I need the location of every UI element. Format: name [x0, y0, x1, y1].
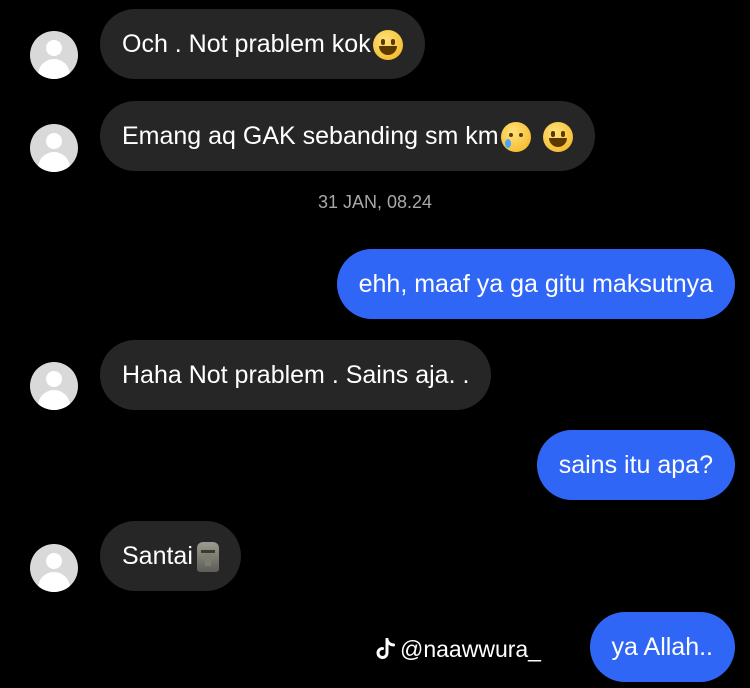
crying-face-emoji-icon: [500, 122, 531, 153]
grinning-face-emoji-icon: [542, 122, 573, 153]
message-bubble-outgoing[interactable]: ya Allah..: [589, 612, 735, 682]
message-text: Och . Not prablem kok: [122, 30, 371, 58]
message-text: Santai: [122, 542, 193, 570]
grinning-face-emoji-icon: [372, 30, 403, 61]
message-text: Emang aq GAK sebanding sm km: [122, 122, 499, 150]
message-bubble-outgoing[interactable]: ehh, maaf ya ga gitu maksutnya: [336, 249, 735, 319]
tiktok-logo-icon: [376, 638, 395, 659]
avatar[interactable]: [30, 124, 78, 172]
message-text: ehh, maaf ya ga gitu maksutnya: [358, 270, 713, 298]
avatar[interactable]: [30, 362, 78, 410]
message-bubble-incoming[interactable]: Emang aq GAK sebanding sm km: [100, 101, 595, 171]
message-bubble-incoming[interactable]: Och . Not prablem kok: [100, 9, 425, 79]
avatar[interactable]: [30, 31, 78, 79]
message-text: Haha Not prablem . Sains aja. .: [122, 361, 470, 389]
message-text: sains itu apa?: [558, 451, 713, 479]
message-bubble-outgoing[interactable]: sains itu apa?: [536, 430, 735, 500]
watermark: @naawwura_: [376, 632, 541, 666]
message-bubble-incoming[interactable]: Haha Not prablem . Sains aja. .: [100, 340, 492, 410]
message-bubble-incoming[interactable]: Santai: [100, 521, 241, 591]
avatar[interactable]: [30, 544, 78, 592]
message-text: ya Allah..: [611, 633, 713, 661]
timestamp: 31 JAN, 08.24: [317, 192, 433, 212]
watermark-handle: @naawwura_: [400, 636, 541, 662]
moai-emoji-icon: [196, 542, 219, 573]
